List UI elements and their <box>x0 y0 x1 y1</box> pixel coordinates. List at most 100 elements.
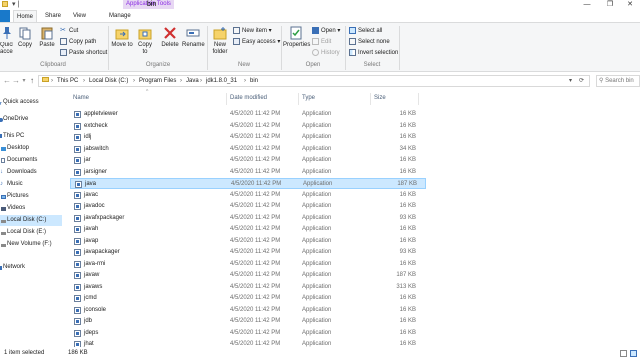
column-divider[interactable] <box>298 93 299 105</box>
nav-item-documents[interactable]: Documents <box>0 155 62 166</box>
file-row[interactable]: javaw 4/5/2020 11:42 PM Application 187 KB <box>70 270 426 281</box>
paste-button[interactable]: Paste <box>37 26 57 49</box>
file-size: 16 KB <box>399 157 416 163</box>
nav-item-music[interactable]: ♪ Music <box>0 179 62 190</box>
new-item-button[interactable]: New item ▾ <box>233 27 272 36</box>
file-type: Application <box>302 272 332 278</box>
nav-item-videos[interactable]: Videos <box>0 203 62 214</box>
file-row[interactable]: javadoc 4/5/2020 11:42 PM Application 16 KB <box>70 201 426 212</box>
column-date-modified[interactable]: Date modified <box>230 95 267 101</box>
ribbon-divider <box>108 26 109 70</box>
pin-to-quick-access-button[interactable]: Quick access <box>0 26 13 56</box>
address-dropdown-icon[interactable]: ▾ <box>569 76 572 86</box>
tab-view[interactable]: View <box>70 10 89 22</box>
file-row[interactable]: javaws 4/5/2020 11:42 PM Application 313 KB <box>70 282 426 293</box>
file-row[interactable]: jabswitch 4/5/2020 11:42 PM Application 34 … <box>70 144 426 155</box>
tab-file[interactable] <box>0 10 10 22</box>
new-folder-button[interactable]: New folder <box>210 26 230 56</box>
file-row[interactable]: extcheck 4/5/2020 11:42 PM Application 16 K… <box>70 121 426 132</box>
tab-home[interactable]: Home <box>13 10 38 22</box>
quick-access-toolbar-icon[interactable]: ▾ | <box>12 0 19 8</box>
easy-access-button[interactable]: Easy access ▾ <box>233 38 280 47</box>
file-type: Application <box>302 260 332 267</box>
column-divider[interactable] <box>226 93 227 105</box>
file-date-modified: 4/5/2020 11:42 PM <box>230 134 281 140</box>
nav-item-desktop[interactable]: Desktop <box>0 143 62 154</box>
large-icons-view-icon[interactable] <box>630 350 637 357</box>
file-date-modified: 4/5/2020 11:42 PM <box>230 226 281 232</box>
nav-item-new-volume-f[interactable]: New Volume (F:) <box>0 239 62 250</box>
breadcrumb-jdk[interactable]: jdk1.8.0_31 <box>206 76 237 86</box>
cut-button[interactable]: ✂ Cut <box>60 27 78 36</box>
select-all-button[interactable]: Select all <box>349 27 382 36</box>
file-row[interactable]: idlj 4/5/2020 11:42 PM Application 16 KB <box>70 132 426 143</box>
nav-item-quick-access[interactable]: ★ Quick access <box>0 97 62 108</box>
copy-button[interactable]: Copy <box>16 26 34 49</box>
file-date-modified: 4/5/2020 11:42 PM <box>230 283 281 290</box>
address-bar[interactable]: › This PC › Local Disk (C:) › Program Fi… <box>38 75 590 87</box>
copy-path-button[interactable]: Copy path <box>60 38 96 47</box>
file-row[interactable]: jdb 4/5/2020 11:42 PM Application 16 KB <box>70 316 426 327</box>
column-size[interactable]: Size <box>374 95 386 101</box>
column-divider[interactable] <box>418 93 419 105</box>
file-row[interactable]: javafxpackager 4/5/2020 11:42 PM Applicati… <box>70 213 426 224</box>
select-none-button[interactable]: Select none <box>349 38 390 47</box>
file-row[interactable]: jcmd 4/5/2020 11:42 PM Application 16 KB <box>70 293 426 304</box>
breadcrumb-program-files[interactable]: Program Files <box>139 76 176 86</box>
nav-item-onedrive[interactable]: OneDrive <box>0 114 62 125</box>
file-row[interactable]: jconsole 4/5/2020 11:42 PM Application 16 K… <box>70 305 426 316</box>
nav-item-network[interactable]: Network <box>0 262 62 273</box>
refresh-icon[interactable]: ⟳ <box>579 76 584 86</box>
file-size: 16 KB <box>399 329 416 336</box>
chevron-right-icon: › <box>83 78 85 84</box>
rename-button[interactable]: Rename <box>182 26 205 49</box>
file-row[interactable]: javah 4/5/2020 11:42 PM Application 16 KB <box>70 224 426 235</box>
file-row[interactable]: java-rmi 4/5/2020 11:42 PM Application 16 K… <box>70 259 426 270</box>
delete-button[interactable]: Delete <box>160 26 180 49</box>
close-icon[interactable]: ✕ <box>620 0 640 9</box>
column-type[interactable]: Type <box>302 95 315 101</box>
search-box[interactable]: ⚲ Search bin <box>596 75 640 87</box>
tab-share[interactable]: Share <box>42 10 64 22</box>
copy-to-button[interactable]: Copy to <box>135 26 155 56</box>
file-row[interactable]: javac 4/5/2020 11:42 PM Application 16 KB <box>70 190 426 201</box>
paste-shortcut-button[interactable]: Paste shortcut <box>60 49 107 58</box>
open-button[interactable]: Open ▾ <box>312 27 340 36</box>
file-row[interactable]: javapackager 4/5/2020 11:42 PM Application… <box>70 247 426 258</box>
application-icon <box>74 191 81 199</box>
navigation-pane: ★ Quick access OneDrive This PC Desktop … <box>0 89 62 347</box>
properties-button[interactable]: Properties <box>283 26 310 49</box>
breadcrumb-java[interactable]: Java <box>186 76 199 86</box>
file-date-modified: 4/5/2020 11:42 PM <box>230 306 281 313</box>
invert-selection-button[interactable]: Invert selection <box>349 49 398 58</box>
column-name[interactable]: Name <box>73 95 89 101</box>
nav-item-local-disk-c[interactable]: Local Disk (C:) <box>0 215 62 226</box>
details-view-icon[interactable] <box>620 350 627 357</box>
breadcrumb-local-disk[interactable]: Local Disk (C:) <box>89 76 128 86</box>
file-size: 16 KB <box>399 226 416 232</box>
file-row[interactable]: java 4/5/2020 11:42 PM Application 187 KB <box>70 178 426 189</box>
breadcrumb-this-pc[interactable]: This PC <box>57 76 78 86</box>
move-to-button[interactable]: Move to <box>111 26 133 49</box>
application-icon <box>74 283 81 291</box>
column-divider[interactable] <box>370 93 371 105</box>
file-row[interactable]: jar 4/5/2020 11:42 PM Application 16 KB <box>70 155 426 166</box>
file-row[interactable]: appletviewer 4/5/2020 11:42 PM Application… <box>70 109 426 120</box>
maximize-icon[interactable]: ❐ <box>600 0 620 9</box>
nav-item-pictures[interactable]: Pictures <box>0 191 62 202</box>
breadcrumb-bin[interactable]: bin <box>250 76 258 86</box>
file-row[interactable]: jdeps 4/5/2020 11:42 PM Application 16 KB <box>70 328 426 339</box>
file-row[interactable]: jarsigner 4/5/2020 11:42 PM Application 16 … <box>70 167 426 178</box>
nav-item-this-pc[interactable]: This PC <box>0 131 62 142</box>
file-row[interactable]: javap 4/5/2020 11:42 PM Application 16 KB <box>70 236 426 247</box>
edit-button[interactable]: Edit <box>312 38 331 47</box>
nav-item-local-disk-e[interactable]: Local Disk (E:) <box>0 227 62 238</box>
minimize-icon[interactable]: — <box>577 0 597 9</box>
history-button[interactable]: History <box>312 49 340 58</box>
application-icon <box>74 318 81 325</box>
tab-manage[interactable]: Manage <box>106 10 134 22</box>
select-all-icon <box>349 27 356 34</box>
file-type: Application <box>302 122 332 129</box>
nav-item-downloads[interactable]: ↓ Downloads <box>0 167 62 178</box>
up-icon[interactable]: ↑ <box>27 76 37 86</box>
